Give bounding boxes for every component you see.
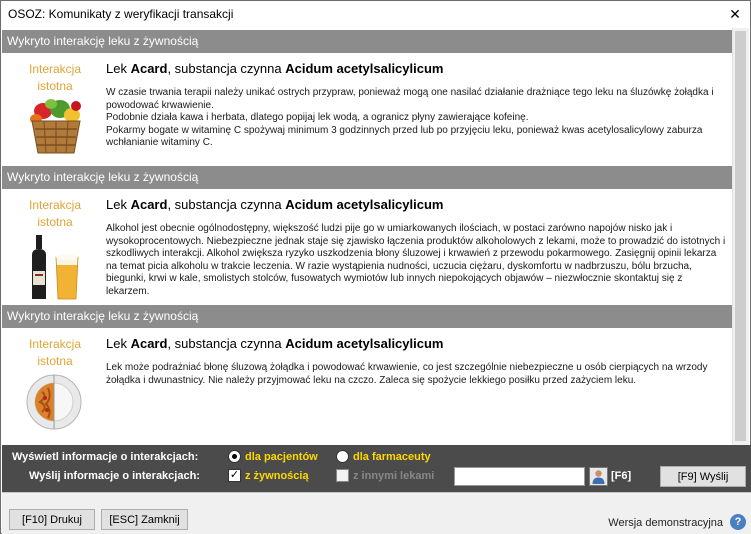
section-header: Wykryto interakcję leku z żywnością <box>2 30 732 53</box>
food-checkbox[interactable]: ✓ <box>228 469 241 482</box>
drug-name: Acard <box>130 197 168 212</box>
interaction-section-alcohol: Wykryto interakcję leku z żywnością Inte… <box>2 166 732 303</box>
pick-recipient-button[interactable] <box>589 467 608 486</box>
other-drugs-option-label[interactable]: z innymi lekami <box>353 470 434 482</box>
severity-badge: Interakcja istotna <box>28 62 82 93</box>
substance-name: Acidum acetylsalicylicum <box>285 197 444 212</box>
interactions-list: Wykryto interakcję leku z żywnością Inte… <box>2 28 749 445</box>
section-title: Lek Acard, substancja czynna Acidum acet… <box>106 336 444 351</box>
drug-name: Acard <box>130 336 168 351</box>
print-button[interactable]: [F10] Drukuj <box>9 509 95 530</box>
person-icon <box>592 470 605 484</box>
radio-pharmacist[interactable] <box>336 450 349 463</box>
demo-version-label: Wersja demonstracyjna <box>608 517 723 529</box>
close-button[interactable]: [ESC] Zamknij <box>101 509 188 530</box>
radio-patients[interactable] <box>228 450 241 463</box>
section-description: Lek może podrażniać błonę śluzową żołądk… <box>106 362 708 386</box>
recipient-input[interactable] <box>454 467 585 486</box>
vertical-scrollbar[interactable] <box>732 28 749 445</box>
send-button[interactable]: [F9] Wyślij <box>660 466 746 487</box>
substance-name: Acidum acetylsalicylicum <box>285 336 444 351</box>
f6-shortcut-label: [F6] <box>611 470 632 482</box>
food-option-label[interactable]: z żywnością <box>245 470 309 482</box>
drug-name: Acard <box>130 61 168 76</box>
severity-badge: Interakcja istotna <box>28 198 82 229</box>
other-drugs-checkbox[interactable] <box>336 469 349 482</box>
interaction-section-spices: Wykryto interakcję leku z żywnością Inte… <box>2 30 732 165</box>
vegetable-basket-icon <box>30 99 81 154</box>
interaction-options-panel: Wyświetl informacje o interakcjach: dla … <box>2 445 751 492</box>
dialog-window: OSOZ: Komunikaty z weryfikacji transakcj… <box>0 0 751 534</box>
section-header: Wykryto interakcję leku z żywnością <box>2 166 732 189</box>
half-plate-icon <box>26 374 82 430</box>
footer-bar: [F10] Drukuj [ESC] Zamknij Wersja demons… <box>2 492 751 534</box>
title-bar: OSOZ: Komunikaty z weryfikacji transakcj… <box>1 1 750 28</box>
section-title: Lek Acard, substancja czynna Acidum acet… <box>106 61 444 76</box>
show-info-label: Wyświetl informacje o interakcjach: <box>12 451 199 463</box>
severity-badge: Interakcja istotna <box>28 337 82 368</box>
patients-option-label[interactable]: dla pacjentów <box>245 451 318 463</box>
section-title: Lek Acard, substancja czynna Acidum acet… <box>106 197 444 212</box>
send-info-label: Wyślij informacje o interakcjach: <box>29 470 200 482</box>
section-header: Wykryto interakcję leku z żywnością <box>2 305 732 328</box>
section-description: Alkohol jest obecnie ogólnodostępny, wię… <box>106 223 726 297</box>
wine-beer-icon <box>32 235 79 300</box>
section-description: W czasie trwania terapii należy unikać o… <box>106 87 714 148</box>
close-icon[interactable]: ✕ <box>720 1 750 28</box>
scrollbar-thumb[interactable] <box>735 31 746 441</box>
pharmacist-option-label[interactable]: dla farmaceuty <box>353 451 431 463</box>
window-title: OSOZ: Komunikaty z weryfikacji transakcj… <box>8 7 234 21</box>
help-icon[interactable]: ? <box>730 514 746 530</box>
interaction-section-empty-stomach: Wykryto interakcję leku z żywnością Inte… <box>2 305 732 445</box>
substance-name: Acidum acetylsalicylicum <box>285 61 444 76</box>
